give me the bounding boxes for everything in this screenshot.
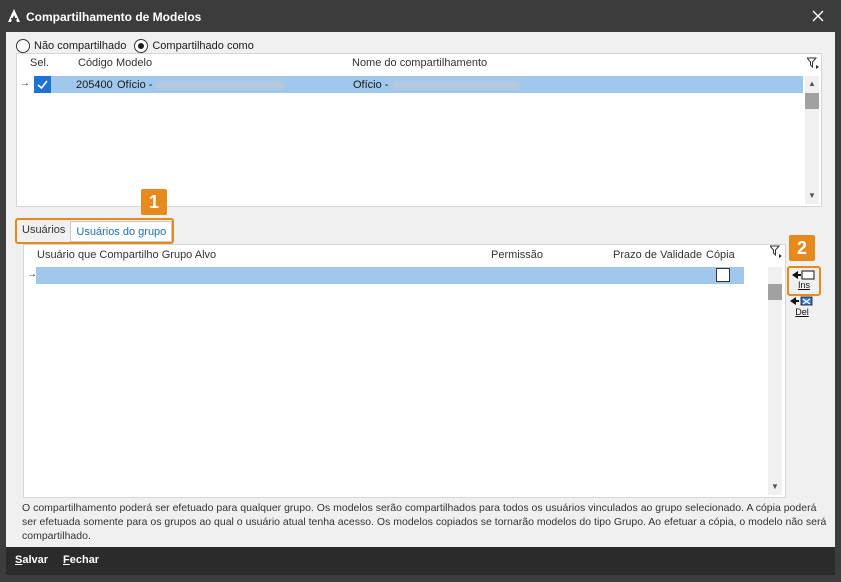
save-button[interactable]: Salvar xyxy=(15,554,48,566)
users-grid: Usuário que Compartilho Grupo Alvo Permi… xyxy=(23,244,786,498)
dialog-body: Não compartilhado Compartilhado como Sel… xyxy=(6,32,835,547)
close-button[interactable]: Fechar xyxy=(63,554,99,566)
delete-label: Del xyxy=(795,307,809,317)
cell-modelo: Ofício - xyxy=(117,79,285,91)
col-copia[interactable]: Cópia xyxy=(706,249,735,261)
radio-not-shared[interactable]: Não compartilhado xyxy=(16,39,126,53)
cell-nome: Ofício - xyxy=(353,79,521,91)
filter-icon[interactable] xyxy=(807,57,819,69)
row-pointer-icon: → xyxy=(20,78,30,89)
models-grid-header: Sel. Código Modelo Nome do compartilhame… xyxy=(17,54,821,72)
insert-label: Ins xyxy=(797,280,810,290)
col-prazo-validade[interactable]: Prazo de Validade xyxy=(613,249,702,261)
radio-not-shared-label: Não compartilhado xyxy=(34,40,127,52)
row-selection xyxy=(36,267,744,284)
footer-bar: Salvar Fechar xyxy=(6,547,835,575)
col-modelo[interactable]: Modelo xyxy=(116,57,152,69)
dialog-window: Compartilhamento de Modelos Não comparti… xyxy=(0,0,841,582)
tab-bar: Usuários Usuários do grupo xyxy=(15,218,175,244)
sharing-mode-group: Não compartilhado Compartilhado como xyxy=(16,38,262,54)
annotation-badge-2: 2 xyxy=(789,235,815,261)
col-sel[interactable]: Sel. xyxy=(30,57,49,69)
radio-shared-as[interactable]: Compartilhado como xyxy=(134,39,254,53)
window-title: Compartilhamento de Modelos xyxy=(26,10,202,24)
scroll-down-icon[interactable]: ▼ xyxy=(771,482,779,491)
table-row[interactable]: → xyxy=(24,267,746,284)
scroll-thumb[interactable] xyxy=(805,93,819,109)
annotation-badge-1: 1 xyxy=(141,189,167,215)
filter-icon[interactable] xyxy=(770,245,782,258)
users-grid-scrollbar[interactable]: ▼ xyxy=(768,267,782,495)
insert-row-icon xyxy=(792,270,815,280)
scroll-thumb[interactable] xyxy=(768,284,782,300)
close-icon[interactable] xyxy=(808,6,828,26)
row-select-checkbox[interactable] xyxy=(34,76,51,93)
scroll-up-icon[interactable]: ▲ xyxy=(808,79,816,88)
models-grid-scrollbar[interactable]: ▲ ▼ xyxy=(805,76,819,204)
info-text: O compartilhamento poderá ser efetuado p… xyxy=(22,502,827,542)
insert-button[interactable]: Ins xyxy=(787,266,821,296)
users-grid-header: Usuário que Compartilho Grupo Alvo Permi… xyxy=(24,245,785,263)
delete-button[interactable]: Del xyxy=(787,295,817,319)
radio-shared-as-circle[interactable] xyxy=(134,39,149,53)
redacted-name xyxy=(156,80,285,90)
radio-not-shared-circle[interactable] xyxy=(16,39,30,53)
redacted-name xyxy=(392,80,521,90)
col-permissao[interactable]: Permissão xyxy=(491,249,543,261)
col-usuario[interactable]: Usuário que Compartilho Grupo Alvo xyxy=(37,249,216,261)
tab-usuarios[interactable]: Usuários xyxy=(17,220,70,240)
table-row[interactable]: → 205400 Ofício - Ofício - xyxy=(17,76,803,93)
tab-usuarios-do-grupo[interactable]: Usuários do grupo xyxy=(70,221,173,242)
models-grid: Sel. Código Modelo Nome do compartilhame… xyxy=(16,53,822,207)
cell-codigo: 205400 xyxy=(76,79,113,91)
radio-shared-as-label: Compartilhado como xyxy=(152,40,254,52)
col-nome-compartilhamento[interactable]: Nome do compartilhamento xyxy=(352,57,487,69)
app-logo-icon xyxy=(8,9,20,22)
copy-checkbox[interactable] xyxy=(716,268,730,282)
title-bar: Compartilhamento de Modelos xyxy=(0,0,841,32)
scroll-down-icon[interactable]: ▼ xyxy=(808,191,816,200)
delete-row-icon xyxy=(790,296,813,306)
check-icon xyxy=(37,80,48,90)
col-codigo[interactable]: Código xyxy=(78,57,113,69)
